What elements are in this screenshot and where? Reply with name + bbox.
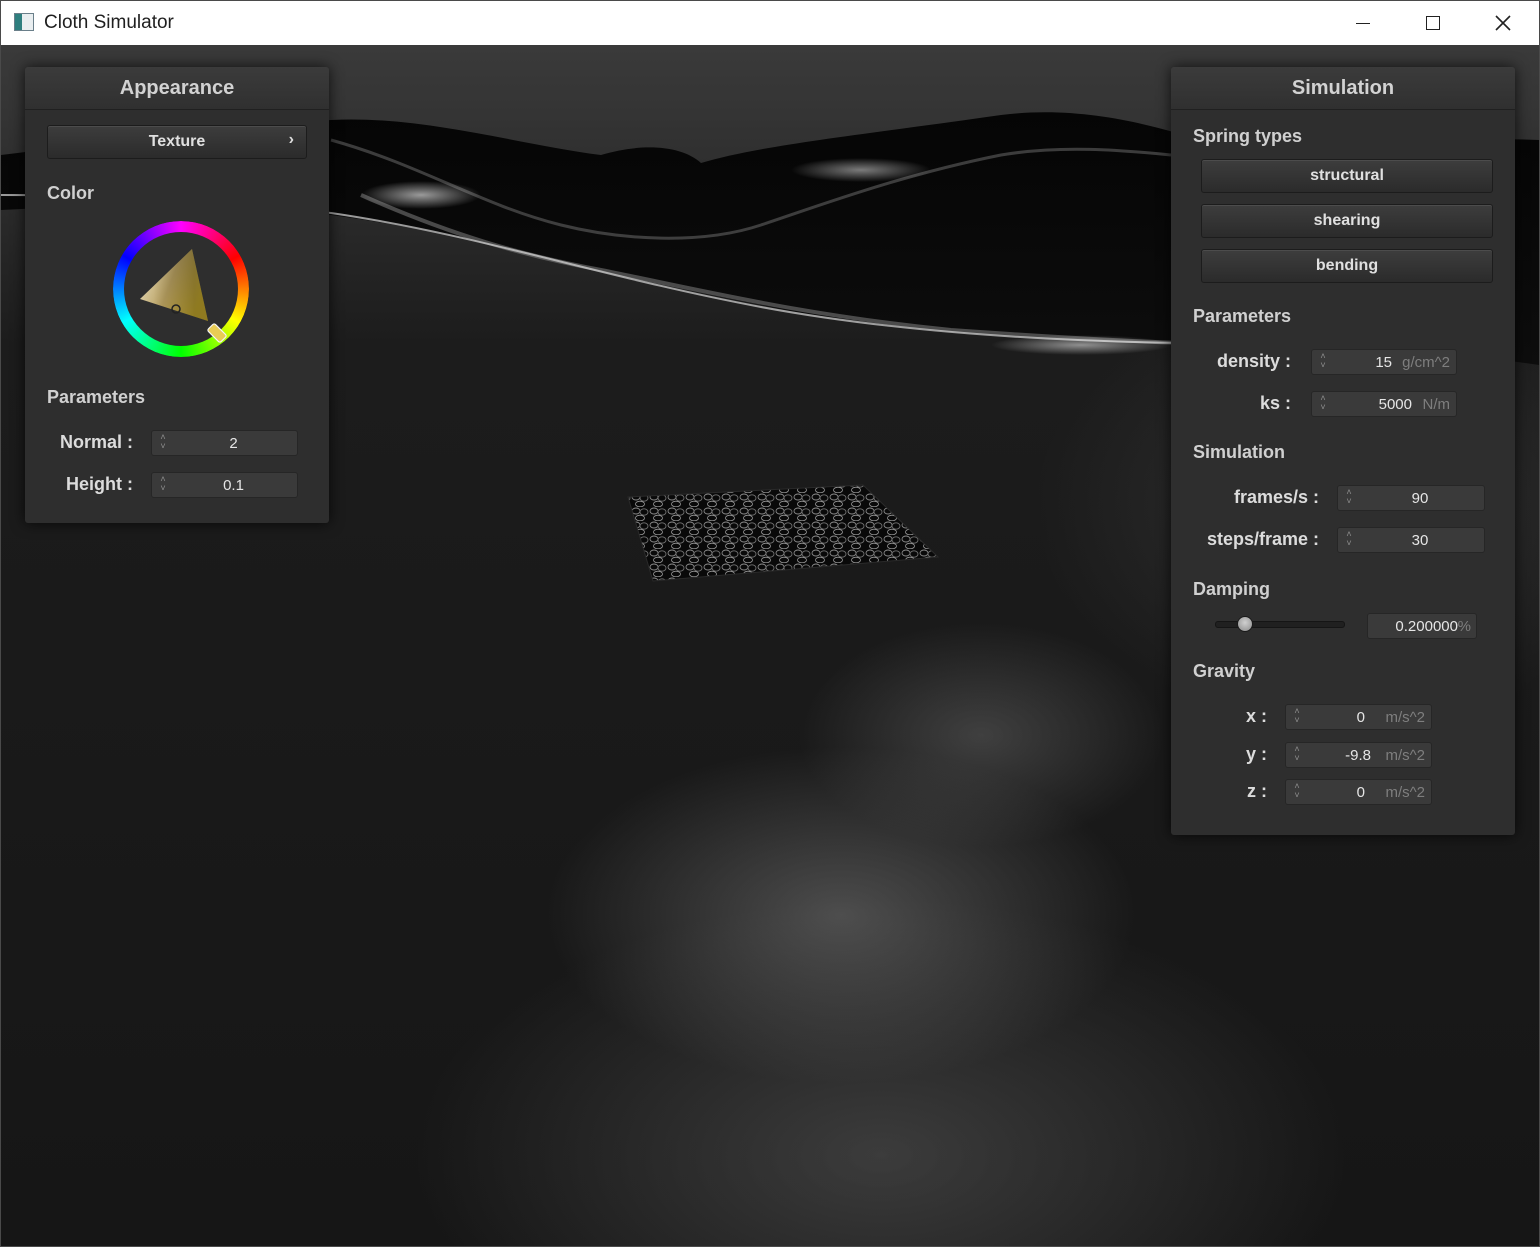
color-section-title: Color <box>47 183 94 203</box>
damping-slider[interactable] <box>1215 621 1345 628</box>
gravity-z-unit: m/s^2 <box>1385 784 1425 801</box>
spinner-icon[interactable]: ˄ ˅ <box>1344 488 1354 508</box>
gravity-z-input[interactable]: ˄ ˅ 0 m/s^2 <box>1285 779 1432 805</box>
appearance-panel-header[interactable]: Appearance <box>25 67 329 110</box>
gravity-y-value: -9.8 <box>1345 747 1371 764</box>
frames-per-second-value: 90 <box>1411 490 1429 507</box>
height-value: 0.1 <box>223 477 244 494</box>
bending-button[interactable]: bending <box>1201 249 1493 283</box>
spinner-icon[interactable]: ˄ ˅ <box>1318 352 1328 372</box>
frames-per-second-input[interactable]: ˄ ˅ 90 <box>1337 485 1485 511</box>
damping-unit: % <box>1457 618 1471 635</box>
gravity-z-value: 0 <box>1356 784 1365 801</box>
spinner-icon[interactable]: ˄ ˅ <box>1292 782 1302 802</box>
gravity-z-label: z : <box>1247 781 1267 801</box>
spinner-icon[interactable]: ˄ ˅ <box>158 433 168 453</box>
structural-button[interactable]: structural <box>1201 159 1493 193</box>
gravity-y-input[interactable]: ˄ ˅ -9.8 m/s^2 <box>1285 742 1432 768</box>
ks-unit: N/m <box>1422 396 1451 413</box>
gravity-y-unit: m/s^2 <box>1385 747 1425 764</box>
app-window: Cloth Simulator Appearance Texture › Col… <box>0 0 1540 1247</box>
ks-value: 5000 <box>1378 396 1412 413</box>
maximize-icon <box>1426 16 1440 30</box>
density-label: density : <box>1216 351 1291 371</box>
spinner-icon[interactable]: ˄ ˅ <box>1292 745 1302 765</box>
hue-picker-handle[interactable] <box>207 323 227 343</box>
density-value: 15 <box>1375 354 1392 371</box>
title-bar[interactable]: Cloth Simulator <box>1 1 1539 45</box>
steps-per-frame-value: 30 <box>1411 532 1429 549</box>
height-input[interactable]: ˄ ˅ 0.1 <box>151 472 298 498</box>
simulation-panel-header[interactable]: Simulation <box>1171 67 1515 110</box>
density-input[interactable]: ˄ ˅ 15 g/cm^2 <box>1311 349 1457 375</box>
gravity-title: Gravity <box>1193 661 1256 681</box>
spinner-icon[interactable]: ˄ ˅ <box>1344 530 1354 550</box>
gravity-x-unit: m/s^2 <box>1385 709 1425 726</box>
app-icon <box>14 13 34 31</box>
gravity-x-label: x : <box>1245 706 1267 726</box>
texture-button[interactable]: Texture › <box>47 125 307 159</box>
frames-per-second-label: frames/s : <box>1233 487 1319 507</box>
spinner-icon[interactable]: ˄ ˅ <box>1318 394 1328 414</box>
normal-value: 2 <box>229 435 238 452</box>
spinner-icon[interactable]: ˄ ˅ <box>1292 707 1302 727</box>
close-button[interactable] <box>1468 1 1538 45</box>
simulation-parameters-title: Parameters <box>1193 306 1292 326</box>
damping-value: 0.200000 <box>1395 618 1458 635</box>
damping-title: Damping <box>1193 579 1271 599</box>
normal-input[interactable]: ˄ ˅ 2 <box>151 430 298 456</box>
maximize-button[interactable] <box>1398 1 1468 45</box>
ks-input[interactable]: ˄ ˅ 5000 N/m <box>1311 391 1457 417</box>
texture-button-label: Texture <box>148 133 206 150</box>
damping-slider-handle[interactable] <box>1237 616 1254 632</box>
simulation-section-title: Simulation <box>1193 442 1286 462</box>
close-icon <box>1495 15 1511 31</box>
steps-per-frame-label: steps/frame : <box>1206 529 1319 549</box>
spring-types-title: Spring types <box>1193 126 1303 146</box>
3d-viewport[interactable]: Appearance Texture › Color Parameters No… <box>1 45 1539 1246</box>
height-label: Height : <box>66 474 133 494</box>
simulation-panel: Simulation Spring types structural shear… <box>1171 67 1515 835</box>
saturation-value-triangle[interactable] <box>113 221 249 357</box>
gravity-x-input[interactable]: ˄ ˅ 0 m/s^2 <box>1285 704 1432 730</box>
shearing-button[interactable]: shearing <box>1201 204 1493 238</box>
steps-per-frame-input[interactable]: ˄ ˅ 30 <box>1337 527 1485 553</box>
spinner-icon[interactable]: ˄ ˅ <box>158 475 168 495</box>
gravity-y-label: y : <box>1245 744 1267 764</box>
ks-label: ks : <box>1259 393 1291 413</box>
minimize-button[interactable] <box>1328 1 1398 45</box>
window-title: Cloth Simulator <box>44 12 174 33</box>
chevron-right-icon: › <box>288 131 294 148</box>
normal-label: Normal : <box>59 432 133 452</box>
color-wheel[interactable] <box>113 221 249 357</box>
appearance-panel: Appearance Texture › Color Parameters No… <box>25 67 329 523</box>
minimize-icon <box>1356 22 1370 24</box>
damping-input[interactable]: 0.200000 % <box>1367 613 1477 639</box>
appearance-parameters-title: Parameters <box>47 387 146 407</box>
density-unit: g/cm^2 <box>1402 354 1450 371</box>
cloth-mesh <box>628 485 938 581</box>
gravity-x-value: 0 <box>1356 709 1365 726</box>
